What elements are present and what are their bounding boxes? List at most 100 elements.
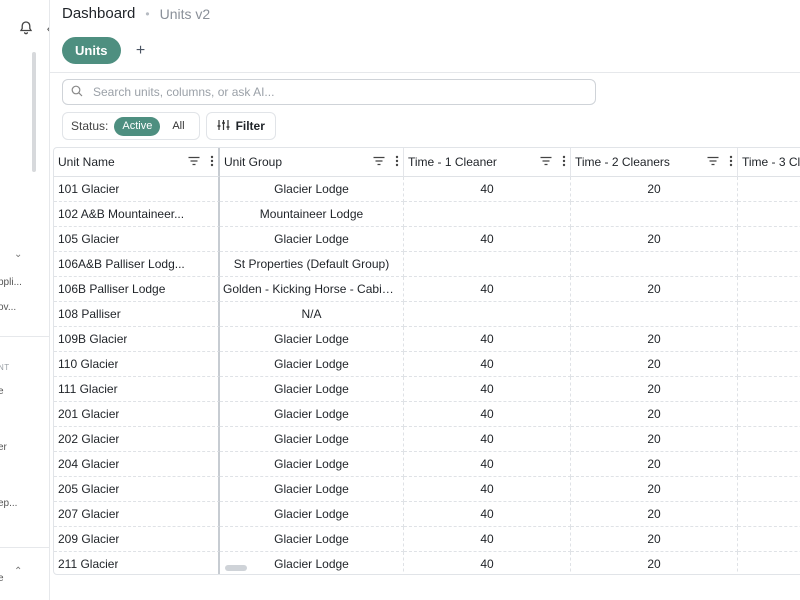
table-cell[interactable]: Golden - Kicking Horse - Cabin ... bbox=[220, 277, 404, 302]
table-cell[interactable]: 102 A&B Mountaineer... bbox=[54, 202, 220, 227]
column-header-3[interactable]: Time - 2 Cleaners bbox=[571, 148, 738, 177]
filter-icon[interactable] bbox=[188, 155, 200, 169]
table-cell[interactable]: 20 bbox=[571, 177, 738, 202]
chevron-left-icon[interactable]: ‹ bbox=[41, 18, 49, 38]
table-cell[interactable] bbox=[738, 252, 800, 277]
table-cell[interactable]: 202 Glacier bbox=[54, 427, 220, 452]
breadcrumb-dashboard[interactable]: Dashboard bbox=[62, 5, 135, 22]
table-cell[interactable] bbox=[738, 227, 800, 252]
status-active-toggle[interactable]: Active bbox=[114, 116, 161, 136]
table-cell[interactable]: 20 bbox=[571, 552, 738, 574]
table-cell[interactable] bbox=[738, 202, 800, 227]
column-header-1[interactable]: Unit Group bbox=[220, 148, 404, 177]
table-cell[interactable]: Glacier Lodge bbox=[220, 477, 404, 502]
table-cell[interactable]: 40 bbox=[404, 177, 571, 202]
table-cell[interactable]: 20 bbox=[571, 477, 738, 502]
add-tab-button[interactable]: + bbox=[131, 41, 151, 61]
search-input[interactable] bbox=[91, 84, 595, 100]
table-row[interactable]: 106A&B Palliser Lodg... St Properties (De… bbox=[54, 252, 800, 277]
table-cell[interactable]: Glacier Lodge bbox=[220, 427, 404, 452]
table-row[interactable]: 109B Glacier Glacier Lodge 40 20 bbox=[54, 327, 800, 352]
filter-icon[interactable] bbox=[373, 155, 385, 169]
table-cell[interactable]: 40 bbox=[404, 552, 571, 574]
table-cell[interactable] bbox=[738, 277, 800, 302]
table-cell[interactable]: Glacier Lodge bbox=[220, 227, 404, 252]
table-cell[interactable]: 20 bbox=[571, 502, 738, 527]
table-cell[interactable]: Glacier Lodge bbox=[220, 177, 404, 202]
table-cell[interactable]: 207 Glacier bbox=[54, 502, 220, 527]
table-cell[interactable] bbox=[738, 377, 800, 402]
bell-icon[interactable] bbox=[18, 20, 34, 36]
table-row[interactable]: 205 Glacier Glacier Lodge 40 20 bbox=[54, 477, 800, 502]
table-cell[interactable] bbox=[738, 477, 800, 502]
table-cell[interactable]: 211 Glacier bbox=[54, 552, 220, 574]
more-vertical-icon[interactable] bbox=[395, 155, 399, 170]
table-cell[interactable]: 40 bbox=[404, 427, 571, 452]
table-row[interactable]: 101 Glacier Glacier Lodge 40 20 bbox=[54, 177, 800, 202]
table-cell[interactable] bbox=[738, 327, 800, 352]
table-cell[interactable]: 40 bbox=[404, 477, 571, 502]
table-cell[interactable] bbox=[738, 527, 800, 552]
table-cell[interactable]: 40 bbox=[404, 352, 571, 377]
table-cell[interactable]: Mountaineer Lodge bbox=[220, 202, 404, 227]
filter-icon[interactable] bbox=[540, 155, 552, 169]
table-cell[interactable]: 110 Glacier bbox=[54, 352, 220, 377]
table-cell[interactable]: 20 bbox=[571, 277, 738, 302]
table-cell[interactable] bbox=[738, 552, 800, 574]
table-cell[interactable] bbox=[404, 302, 571, 327]
table-cell[interactable] bbox=[571, 202, 738, 227]
table-cell[interactable]: 109B Glacier bbox=[54, 327, 220, 352]
sidebar-item-fragment[interactable]: ep... bbox=[0, 498, 17, 509]
table-cell[interactable]: 20 bbox=[571, 402, 738, 427]
more-vertical-icon[interactable] bbox=[562, 155, 566, 170]
table-cell[interactable]: 101 Glacier bbox=[54, 177, 220, 202]
table-cell[interactable] bbox=[571, 302, 738, 327]
table-cell[interactable]: Glacier Lodge bbox=[220, 552, 404, 574]
table-cell[interactable]: Glacier Lodge bbox=[220, 402, 404, 427]
sidebar-item-fragment[interactable]: ppli... bbox=[0, 277, 22, 288]
table-cell[interactable]: 40 bbox=[404, 402, 571, 427]
column-header-4[interactable]: Time - 3 Cle bbox=[738, 148, 800, 177]
table-cell[interactable] bbox=[738, 302, 800, 327]
column-header-2[interactable]: Time - 1 Cleaner bbox=[404, 148, 571, 177]
table-cell[interactable]: N/A bbox=[220, 302, 404, 327]
table-cell[interactable]: 20 bbox=[571, 527, 738, 552]
table-cell[interactable]: 111 Glacier bbox=[54, 377, 220, 402]
sidebar-item-fragment[interactable]: er bbox=[0, 442, 7, 453]
table-cell[interactable]: Glacier Lodge bbox=[220, 327, 404, 352]
table-cell[interactable]: 20 bbox=[571, 352, 738, 377]
table-cell[interactable]: Glacier Lodge bbox=[220, 352, 404, 377]
table-cell[interactable]: 209 Glacier bbox=[54, 527, 220, 552]
table-cell[interactable]: 204 Glacier bbox=[54, 452, 220, 477]
table-row[interactable]: 211 Glacier Glacier Lodge 40 20 bbox=[54, 552, 800, 574]
table-cell[interactable]: 40 bbox=[404, 227, 571, 252]
table-row[interactable]: 105 Glacier Glacier Lodge 40 20 bbox=[54, 227, 800, 252]
table-cell[interactable]: 20 bbox=[571, 227, 738, 252]
sidebar-item-fragment[interactable]: ov... bbox=[0, 302, 16, 313]
table-row[interactable]: 102 A&B Mountaineer... Mountaineer Lodge bbox=[54, 202, 800, 227]
table-cell[interactable]: 106A&B Palliser Lodg... bbox=[54, 252, 220, 277]
table-cell[interactable] bbox=[738, 177, 800, 202]
table-cell[interactable]: 20 bbox=[571, 377, 738, 402]
table-row[interactable]: 106B Palliser Lodge Golden - Kicking Hors… bbox=[54, 277, 800, 302]
more-vertical-icon[interactable] bbox=[210, 155, 214, 170]
more-vertical-icon[interactable] bbox=[729, 155, 733, 170]
table-cell[interactable] bbox=[404, 202, 571, 227]
table-row[interactable]: 207 Glacier Glacier Lodge 40 20 bbox=[54, 502, 800, 527]
table-cell[interactable] bbox=[738, 427, 800, 452]
table-cell[interactable]: Glacier Lodge bbox=[220, 502, 404, 527]
table-cell[interactable] bbox=[738, 352, 800, 377]
table-cell[interactable]: St Properties (Default Group) bbox=[220, 252, 404, 277]
table-cell[interactable]: 40 bbox=[404, 452, 571, 477]
filter-icon[interactable] bbox=[707, 155, 719, 169]
table-row[interactable]: 108 Palliser N/A bbox=[54, 302, 800, 327]
table-cell[interactable] bbox=[738, 452, 800, 477]
table-cell[interactable]: 205 Glacier bbox=[54, 477, 220, 502]
table-cell[interactable]: 40 bbox=[404, 502, 571, 527]
sidebar-scrollbar[interactable] bbox=[32, 52, 36, 172]
table-cell[interactable]: Glacier Lodge bbox=[220, 527, 404, 552]
table-cell[interactable]: 40 bbox=[404, 277, 571, 302]
table-cell[interactable]: 40 bbox=[404, 327, 571, 352]
table-cell[interactable]: 106B Palliser Lodge bbox=[54, 277, 220, 302]
column-header-0[interactable]: Unit Name bbox=[54, 148, 220, 177]
